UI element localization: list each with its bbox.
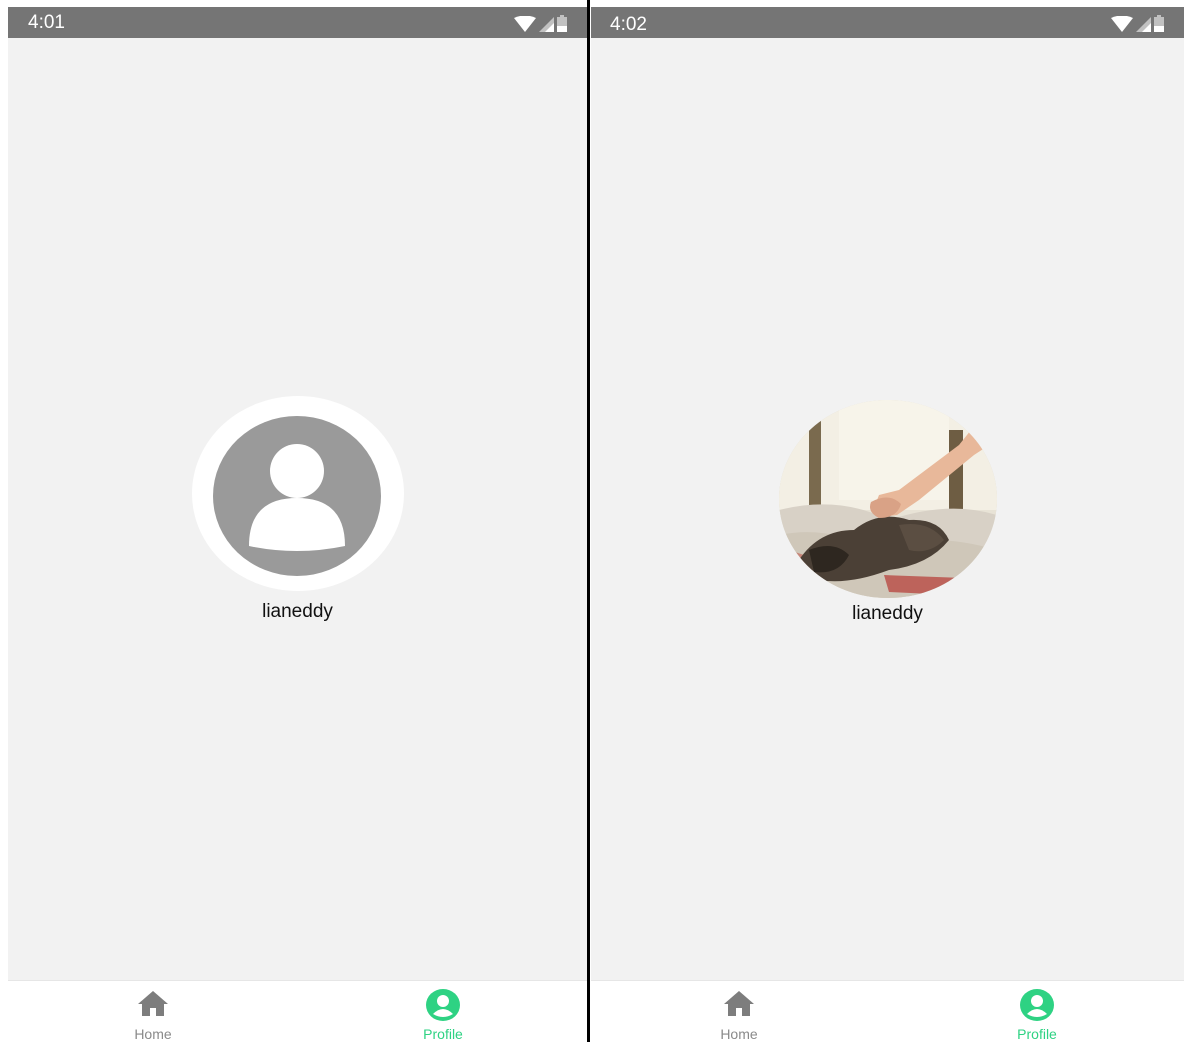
status-icons [1111,14,1164,32]
bottom-tab-bar: Home Profile [8,980,587,1042]
battery-icon [1154,15,1164,32]
signal-icon [1136,17,1151,32]
profile-content: lianeddy [591,38,1184,981]
status-icons [514,14,567,32]
avatar[interactable] [778,400,997,598]
home-icon [138,991,168,1016]
tab-home[interactable]: Home [669,981,809,1042]
comparison-screenshot: 4:01 lianeddy Home Profile 4:02 lianeddy… [0,0,1184,1042]
avatar[interactable] [191,396,404,591]
wifi-icon [1111,16,1133,32]
tab-home-label: Home [134,1026,172,1042]
username: lianeddy [852,603,923,624]
battery-icon [557,15,567,32]
tab-home[interactable]: Home [83,981,223,1042]
status-time: 4:01 [28,12,65,33]
tab-profile-label: Profile [1017,1026,1057,1042]
person-icon [248,444,345,551]
screen-before: 4:01 lianeddy Home Profile [8,7,587,1042]
home-icon [724,991,754,1016]
status-bar: 4:01 [8,7,587,38]
profile-photo [778,400,997,598]
avatar-placeholder [212,416,381,576]
account-circle-icon [1020,989,1054,1021]
profile-content: lianeddy [8,38,587,981]
divider [587,0,590,1042]
tab-profile[interactable]: Profile [373,981,513,1042]
screen-after: 4:02 lianeddy Home Profile [591,7,1184,1042]
tab-profile-label: Profile [423,1026,463,1042]
account-circle-icon [426,989,460,1021]
tab-profile[interactable]: Profile [967,981,1107,1042]
status-time: 4:02 [610,14,647,35]
wifi-icon [514,16,536,32]
status-bar: 4:02 [591,7,1184,38]
tab-home-label: Home [720,1026,758,1042]
username: lianeddy [262,601,333,622]
signal-icon [539,17,554,32]
bottom-tab-bar: Home Profile [591,980,1184,1042]
